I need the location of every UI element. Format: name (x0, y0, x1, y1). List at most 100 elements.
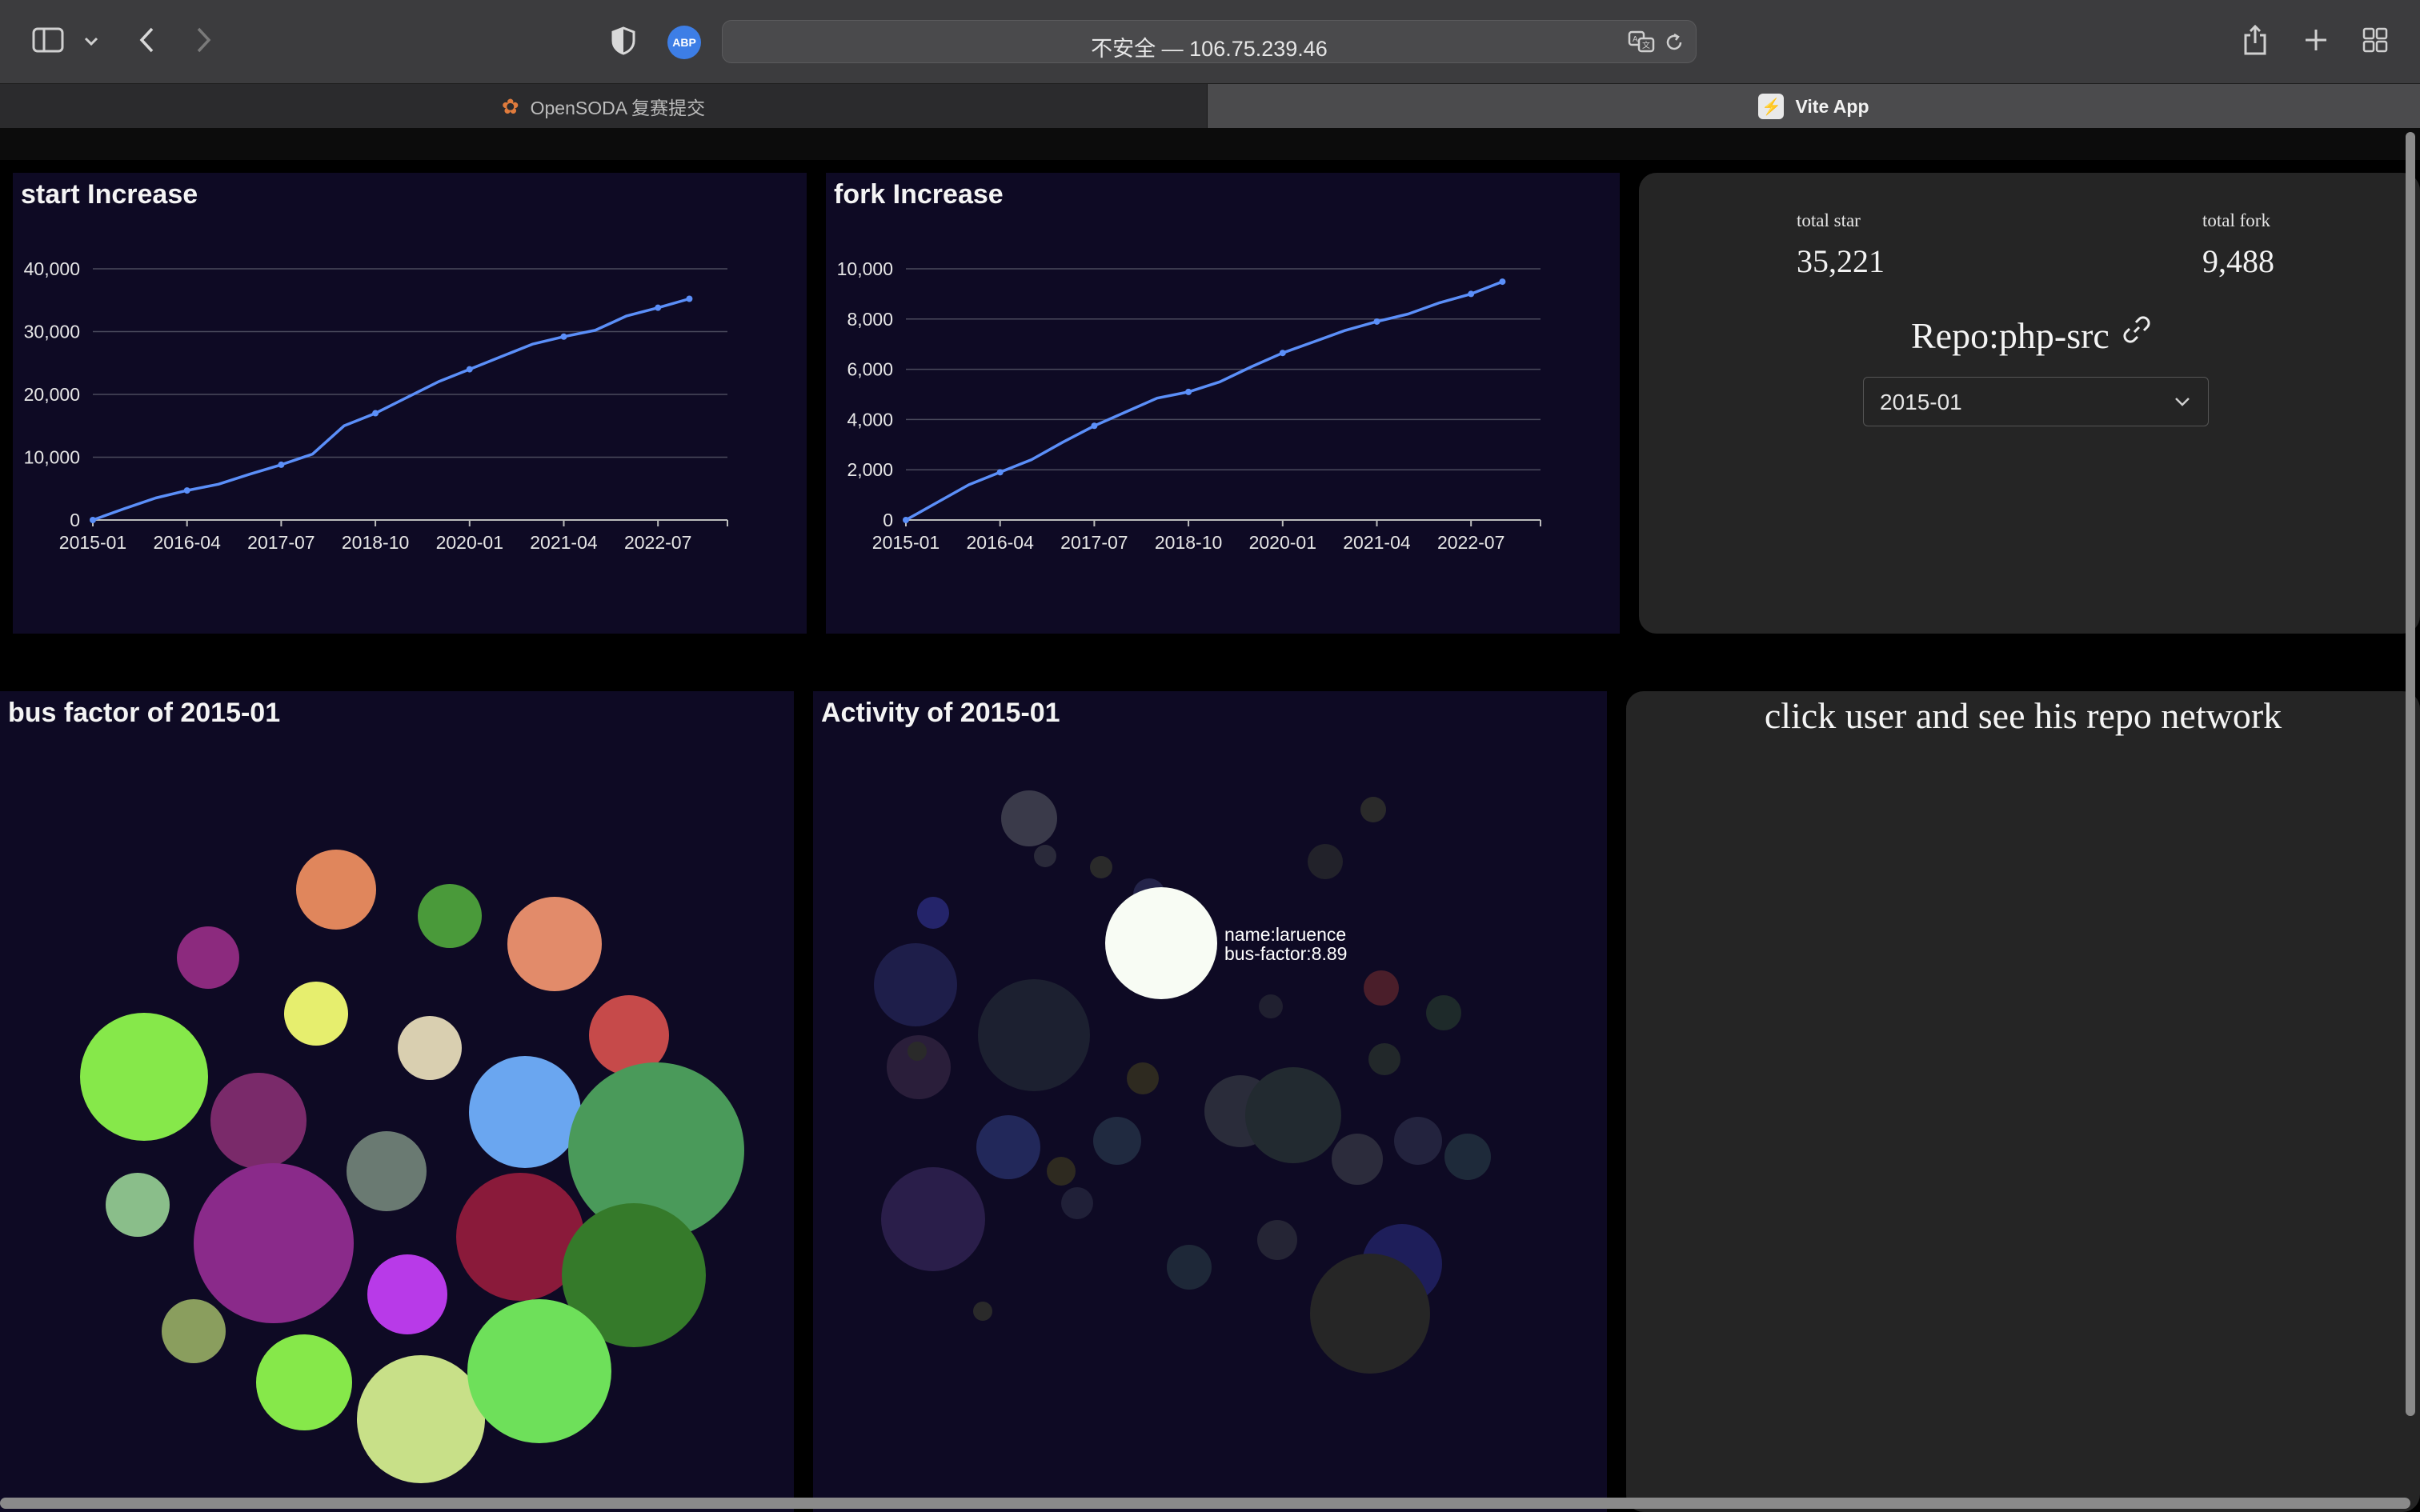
tab-overview-icon[interactable] (2361, 26, 2390, 54)
flower-icon: ✿ (501, 94, 519, 118)
horizontal-scrollbar[interactable] (0, 1498, 2410, 1509)
activity-bubble (1360, 797, 1386, 822)
tab-bar: ✿ OpenSODA 复赛提交 ⚡ Vite App (0, 83, 2420, 129)
x-tick-label: 2017-07 (1060, 532, 1128, 553)
activity-panel: Activity of 2015-01 name:laruence bus-fa… (813, 691, 1607, 1512)
activity-bubble (1257, 1220, 1297, 1260)
data-point (1091, 422, 1098, 430)
activity-bubble (874, 943, 957, 1026)
activity-bubble (1245, 1067, 1341, 1163)
shield-icon[interactable] (610, 26, 637, 56)
activity-bubble (1368, 1043, 1400, 1075)
chevron-down-icon[interactable] (82, 32, 101, 51)
x-tick-label: 2022-07 (624, 532, 691, 553)
contributor-bubble (194, 1163, 354, 1323)
chart-title: fork Increase (834, 179, 1004, 210)
contributor-bubble (347, 1131, 427, 1211)
contributor-bubble (507, 897, 602, 991)
y-tick-label: 2,000 (847, 459, 893, 480)
bus-factor-panel: bus factor of 2015-01 (0, 691, 794, 1512)
tab-label: Vite App (1795, 95, 1869, 117)
x-tick-label: 2015-01 (872, 532, 940, 553)
address-bar[interactable]: 不安全 — 106.75.239.46 A文 (722, 20, 1697, 63)
fork-chart-panel: fork Increase 0 2,000 4,000 6,000 8,000 10,00… (826, 173, 1620, 634)
activity-bubble (1426, 995, 1461, 1030)
data-point (1499, 278, 1506, 286)
sidebar-toggle-icon[interactable] (30, 26, 66, 54)
data-point (183, 487, 190, 494)
contributor-bubble (398, 1016, 462, 1080)
activity-bubble (1259, 994, 1283, 1018)
data-point (1373, 318, 1380, 325)
repo-title[interactable]: Repo:php-src (1911, 314, 2152, 357)
activity-bubble (1308, 844, 1343, 879)
svg-text:文: 文 (1642, 40, 1650, 50)
activity-bubble (1127, 1062, 1159, 1094)
activity-bubble (917, 897, 949, 929)
x-tick-label: 2021-04 (1343, 532, 1411, 553)
month-select[interactable]: 2015-01 (1863, 377, 2209, 426)
back-icon[interactable] (133, 24, 162, 56)
data-point (686, 295, 693, 302)
activity-bubble-chart[interactable] (813, 691, 1607, 1512)
new-tab-icon[interactable] (2302, 26, 2330, 54)
activity-bubble (1061, 1187, 1093, 1219)
activity-bubble (908, 1042, 927, 1061)
tab-vite-app[interactable]: ⚡ Vite App (1208, 84, 2420, 129)
y-tick-label: 0 (883, 510, 893, 530)
activity-bubble (978, 979, 1090, 1091)
y-tick-label: 40,000 (24, 258, 80, 279)
tooltip-bus-factor: bus-factor:8.89 (1224, 943, 1348, 964)
activity-bubble (1167, 1245, 1212, 1290)
chart-title: start Increase (21, 179, 198, 210)
tab-opensoda[interactable]: ✿ OpenSODA 复赛提交 (0, 84, 1208, 129)
data-point (560, 333, 567, 340)
star-chart-panel: start Increase 0 10,000 20,000 30,000 40,000… (13, 173, 807, 634)
translate-icon[interactable]: A文 (1627, 29, 1656, 54)
activity-bubble (1034, 845, 1056, 867)
y-tick-label: 4,000 (847, 409, 893, 430)
data-point (90, 517, 96, 523)
x-tick-label: 2018-10 (342, 532, 409, 553)
url-text: 不安全 — 106.75.239.46 (1091, 37, 1328, 61)
data-point (1468, 290, 1475, 298)
total-star-value: 35,221 (1797, 243, 1885, 279)
activity-bubble (976, 1115, 1040, 1179)
activity-title: Activity of 2015-01 (821, 698, 1060, 728)
vite-icon: ⚡ (1758, 94, 1785, 119)
x-tick-label: 2021-04 (530, 532, 598, 553)
activity-tooltip: name:laruence bus-factor:8.89 (1224, 925, 1347, 963)
browser-toolbar: ABP 不安全 — 106.75.239.46 A文 (0, 0, 2420, 83)
bus-factor-title: bus factor of 2015-01 (8, 698, 281, 728)
tab-label: OpenSODA 复赛提交 (530, 98, 706, 118)
contributor-bubble (177, 926, 239, 989)
x-tick-label: 2017-07 (247, 532, 315, 553)
activity-bubble (1394, 1117, 1442, 1165)
link-icon[interactable] (2122, 314, 2152, 345)
repo-network-panel (1626, 691, 2420, 1512)
highlighted-bubble (1105, 887, 1217, 999)
x-tick-label: 2022-07 (1437, 532, 1504, 553)
fork-increase-chart: 0 2,000 4,000 6,000 8,000 10,000 2015-01 2016-0… (837, 258, 1541, 553)
bus-factor-bubble-chart[interactable] (0, 691, 794, 1512)
reload-icon[interactable] (1662, 30, 1686, 54)
share-icon[interactable] (2241, 22, 2270, 58)
chevron-down-icon (2175, 398, 2190, 406)
activity-bubble (1444, 1134, 1491, 1180)
y-tick-label: 10,000 (837, 258, 893, 279)
vertical-scrollbar[interactable] (2406, 132, 2415, 1416)
adblock-icon[interactable]: ABP (667, 26, 701, 59)
page-top-strip (0, 128, 2420, 160)
x-tick-label: 2016-04 (153, 532, 221, 553)
contributor-bubble (467, 1299, 611, 1443)
month-select-value: 2015-01 (1880, 390, 1962, 414)
contributor-bubble (469, 1056, 581, 1168)
y-tick-label: 20,000 (24, 384, 80, 405)
gridlines (906, 268, 1541, 521)
y-tick-label: 0 (70, 510, 80, 530)
total-star-label: total star (1797, 210, 1861, 230)
y-tick-label: 8,000 (847, 309, 893, 330)
x-tick-label: 2016-04 (966, 532, 1034, 553)
contributor-bubble (80, 1013, 208, 1141)
forward-icon[interactable] (189, 24, 218, 56)
